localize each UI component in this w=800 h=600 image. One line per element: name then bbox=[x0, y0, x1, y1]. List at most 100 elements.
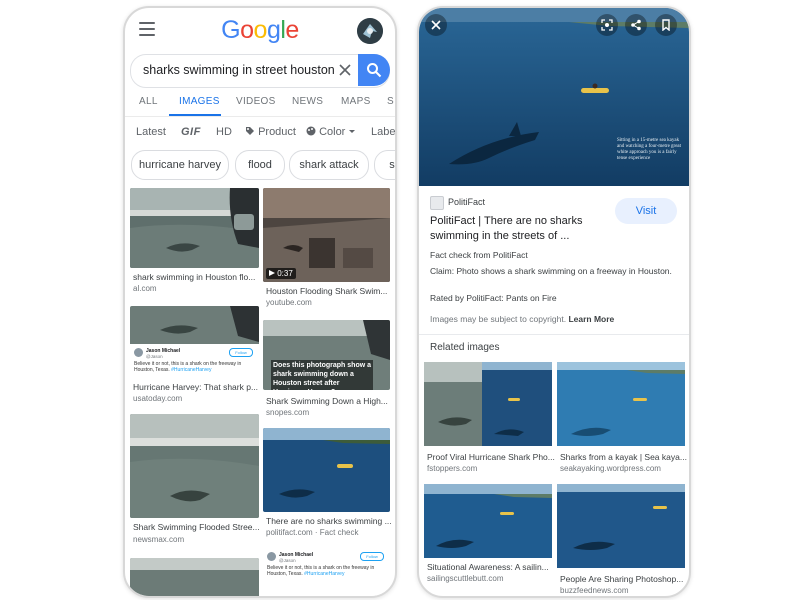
save-button[interactable] bbox=[655, 14, 677, 36]
tab-maps[interactable]: MAPS bbox=[341, 96, 371, 107]
result-caption: shark swimming in Houston flo... bbox=[133, 272, 256, 282]
result-image bbox=[130, 414, 259, 518]
chip-hurricane-harvey[interactable]: hurricane harvey bbox=[131, 150, 229, 180]
tweet-embed: Jason Michael @Jason Follow Believe it o… bbox=[130, 344, 259, 378]
visit-button[interactable]: Visit bbox=[615, 198, 677, 224]
result-image: Jason Michael @Jason Follow Believe it o… bbox=[130, 306, 259, 378]
search-input[interactable]: sharks swimming in street houston bbox=[143, 63, 335, 77]
result-image: Jason Michael @Jason Follow Believe it o… bbox=[263, 548, 390, 596]
active-tab-indicator bbox=[169, 114, 221, 116]
google-logo[interactable]: Google bbox=[125, 16, 395, 45]
result-card[interactable]: Jason Michael @Jason Follow Believe it o… bbox=[130, 306, 259, 408]
video-duration-label: 0:37 bbox=[277, 269, 293, 278]
clear-icon[interactable] bbox=[338, 63, 352, 77]
share-icon bbox=[631, 19, 641, 31]
result-source: youtube.com bbox=[266, 298, 312, 307]
lens-button[interactable] bbox=[596, 14, 618, 36]
result-source: newsmax.com bbox=[133, 535, 185, 544]
image-overlay-text: Does this photograph show a shark swimmi… bbox=[271, 360, 373, 390]
related-image-card[interactable]: Sharks from a kayak | Sea kaya... seakay… bbox=[557, 362, 687, 476]
preview-image[interactable]: Sitting in a 15-metre sea kayak and watc… bbox=[419, 8, 689, 186]
video-duration: 0:37 bbox=[266, 268, 296, 279]
close-icon bbox=[431, 20, 441, 30]
chip-shark-attack[interactable]: shark attack bbox=[289, 150, 369, 180]
tweet-text: Believe it or not, this is a shark on th… bbox=[134, 361, 244, 373]
related-source: seakayaking.wordpress.com bbox=[560, 464, 661, 473]
close-button[interactable] bbox=[425, 14, 447, 36]
tag-icon bbox=[246, 127, 254, 135]
filter-product[interactable]: Product bbox=[245, 126, 296, 138]
learn-more-link[interactable]: Learn More bbox=[568, 314, 614, 324]
tweet-avatar bbox=[134, 348, 143, 357]
related-caption: Situational Awareness: A sailin... bbox=[427, 562, 549, 572]
source-favicon bbox=[430, 196, 444, 210]
page-title[interactable]: PolitiFact | There are no sharks swimmin… bbox=[430, 214, 600, 244]
related-source: fstoppers.com bbox=[427, 464, 478, 473]
result-card[interactable]: Does this photograph show a shark swimmi… bbox=[263, 320, 390, 420]
result-card[interactable]: Jason Michael @Jason Follow Believe it o… bbox=[263, 548, 390, 596]
tweet-follow-button: Follow bbox=[360, 552, 384, 561]
related-images-heading: Related images bbox=[430, 342, 500, 353]
lens-icon bbox=[601, 19, 613, 31]
filter-hd[interactable]: HD bbox=[216, 126, 232, 138]
filter-product-label: Product bbox=[258, 126, 296, 138]
tweet-text: Believe it or not, this is a shark on th… bbox=[267, 565, 377, 577]
result-card[interactable]: shark swimming in Houston flo... al.com bbox=[130, 188, 259, 298]
result-image: 0:37 bbox=[263, 188, 390, 282]
result-card[interactable]: There are no sharks swimming ... politif… bbox=[263, 428, 392, 540]
tweet-hashtag: #HurricaneHarvey bbox=[171, 367, 212, 373]
tab-news[interactable]: NEWS bbox=[292, 96, 323, 107]
palette-icon bbox=[306, 126, 316, 136]
source-name: PolitiFact bbox=[448, 197, 486, 207]
chip-more[interactable]: sn bbox=[374, 150, 395, 180]
tab-images[interactable]: IMAGES bbox=[179, 96, 220, 107]
result-source: snopes.com bbox=[266, 408, 310, 417]
fact-check-label: Fact check from PolitiFact bbox=[430, 250, 528, 260]
tweet-handle: @Jason bbox=[279, 558, 296, 563]
result-source: usatoday.com bbox=[133, 394, 183, 403]
filter-labels[interactable]: Labe bbox=[371, 126, 395, 138]
chip-flood[interactable]: flood bbox=[235, 150, 285, 180]
tab-all[interactable]: ALL bbox=[139, 96, 158, 107]
account-avatar[interactable] bbox=[357, 18, 383, 44]
share-button[interactable] bbox=[625, 14, 647, 36]
related-image-card[interactable]: People Are Sharing Photoshop... buzzfeed… bbox=[557, 484, 685, 595]
copyright-text: Images may be subject to copyright. bbox=[430, 314, 567, 324]
result-source: al.com bbox=[133, 284, 157, 293]
result-card[interactable]: Shark Swimming Flooded Stree... newsmax.… bbox=[130, 414, 260, 550]
search-box[interactable]: sharks swimming in street houston bbox=[130, 54, 390, 88]
related-caption: People Are Sharing Photoshop... bbox=[560, 574, 684, 584]
tweet-avatar bbox=[267, 552, 276, 561]
tab-videos[interactable]: VIDEOS bbox=[236, 96, 276, 107]
filter-latest[interactable]: Latest bbox=[136, 126, 166, 138]
tab-shopping[interactable]: S bbox=[387, 96, 394, 107]
image-detail-phone: Sitting in a 15-metre sea kayak and watc… bbox=[417, 6, 691, 598]
copyright-notice: Images may be subject to copyright. Lear… bbox=[430, 314, 614, 324]
result-source: politifact.com · Fact check bbox=[266, 528, 359, 537]
result-caption: Houston Flooding Shark Swim... bbox=[266, 286, 388, 296]
filter-bar: Latest GIF HD Product Color Labe bbox=[125, 122, 395, 144]
filter-gif[interactable]: GIF bbox=[181, 126, 201, 138]
result-caption: Shark Swimming Flooded Stree... bbox=[133, 522, 260, 532]
result-card[interactable] bbox=[130, 558, 259, 596]
result-card[interactable]: 0:37 Houston Flooding Shark Swim... yout… bbox=[263, 188, 390, 307]
related-image-card[interactable]: Proof Viral Hurricane Shark Pho... fstop… bbox=[424, 362, 555, 476]
search-icon bbox=[367, 63, 382, 78]
chevron-down-icon bbox=[349, 130, 356, 133]
related-image bbox=[557, 362, 685, 446]
result-image: Does this photograph show a shark swimmi… bbox=[263, 320, 390, 390]
divider bbox=[419, 334, 689, 335]
related-search-chips: hurricane harvey flood shark attack sn bbox=[125, 150, 395, 182]
search-button[interactable] bbox=[358, 54, 390, 86]
related-source: sailingscuttlebutt.com bbox=[427, 574, 504, 583]
result-image bbox=[130, 558, 259, 596]
related-image bbox=[557, 484, 685, 568]
tweet-embed: Jason Michael @Jason Follow Believe it o… bbox=[263, 548, 390, 596]
top-bar: Google bbox=[125, 8, 395, 54]
filter-color-label: Color bbox=[319, 126, 346, 138]
related-source: buzzfeednews.com bbox=[560, 586, 629, 595]
related-caption: Sharks from a kayak | Sea kaya... bbox=[560, 452, 687, 462]
related-image-card[interactable]: Situational Awareness: A sailin... saili… bbox=[424, 484, 552, 592]
filter-color[interactable]: Color bbox=[306, 126, 356, 138]
result-image bbox=[130, 188, 259, 268]
